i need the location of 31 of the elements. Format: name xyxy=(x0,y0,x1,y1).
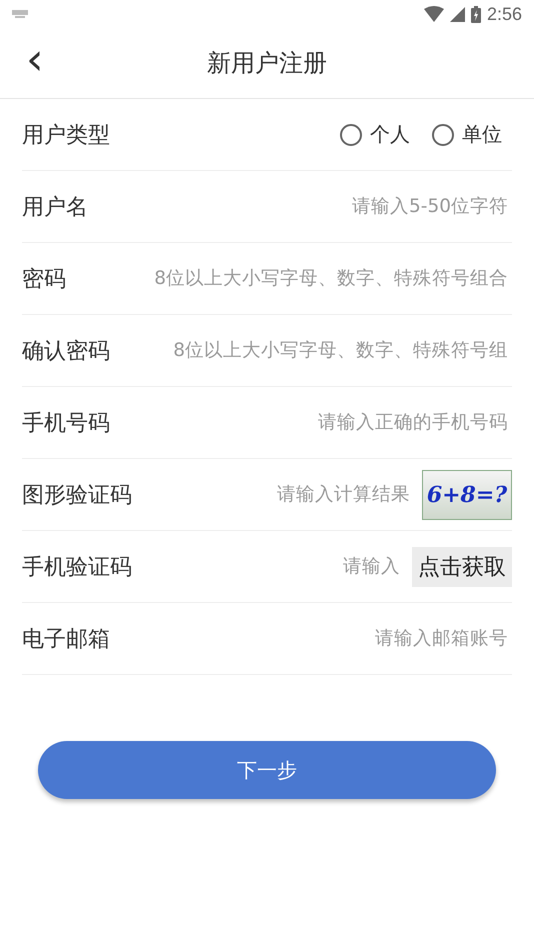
radio-option[interactable]: 单位 xyxy=(432,121,502,148)
captcha-image[interactable]: 6+8=? xyxy=(422,470,512,520)
radio-circle[interactable] xyxy=(340,124,362,146)
field-label: 手机验证码 xyxy=(22,554,132,582)
field-label: 手机号码 xyxy=(22,410,110,438)
radio-label: 单位 xyxy=(462,121,502,148)
wifi-icon xyxy=(424,6,444,22)
input-field[interactable]: 请输入正确的手机号码 xyxy=(118,412,512,433)
field-label: 密码 xyxy=(22,266,66,294)
signal-icon xyxy=(450,6,465,22)
battery-icon xyxy=(470,6,481,22)
back-button[interactable]: ‹ xyxy=(20,40,50,80)
field-label: 用户名 xyxy=(22,194,88,222)
input-field[interactable]: 请输入邮箱账号 xyxy=(118,628,512,649)
input-field[interactable]: 请输入5-50位字符 xyxy=(96,196,512,217)
page-title: 新用户注册 xyxy=(207,48,327,79)
input-field[interactable]: 8位以上大小写字母、数字、特殊符号组合 xyxy=(74,268,512,289)
input-field[interactable]: 8位以上大小写字母、数字、特殊符号组 xyxy=(118,340,512,361)
field-label: 电子邮箱 xyxy=(22,626,110,654)
input-field[interactable]: 请输入计算结果 xyxy=(140,484,414,505)
radio-label: 个人 xyxy=(370,121,410,148)
status-time: 2:56 xyxy=(486,4,522,24)
get-code-button[interactable]: 点击获取 xyxy=(412,546,512,586)
field-label: 用户类型 xyxy=(22,122,110,150)
input-field[interactable]: 请输入 xyxy=(140,556,404,577)
radio-circle[interactable] xyxy=(432,124,454,146)
keyboard-icon xyxy=(12,10,28,18)
radio-option[interactable]: 个人 xyxy=(340,121,410,148)
field-label: 图形验证码 xyxy=(22,482,132,510)
next-button[interactable]: 下一步 xyxy=(38,741,496,799)
field-label: 确认密码 xyxy=(22,338,110,366)
